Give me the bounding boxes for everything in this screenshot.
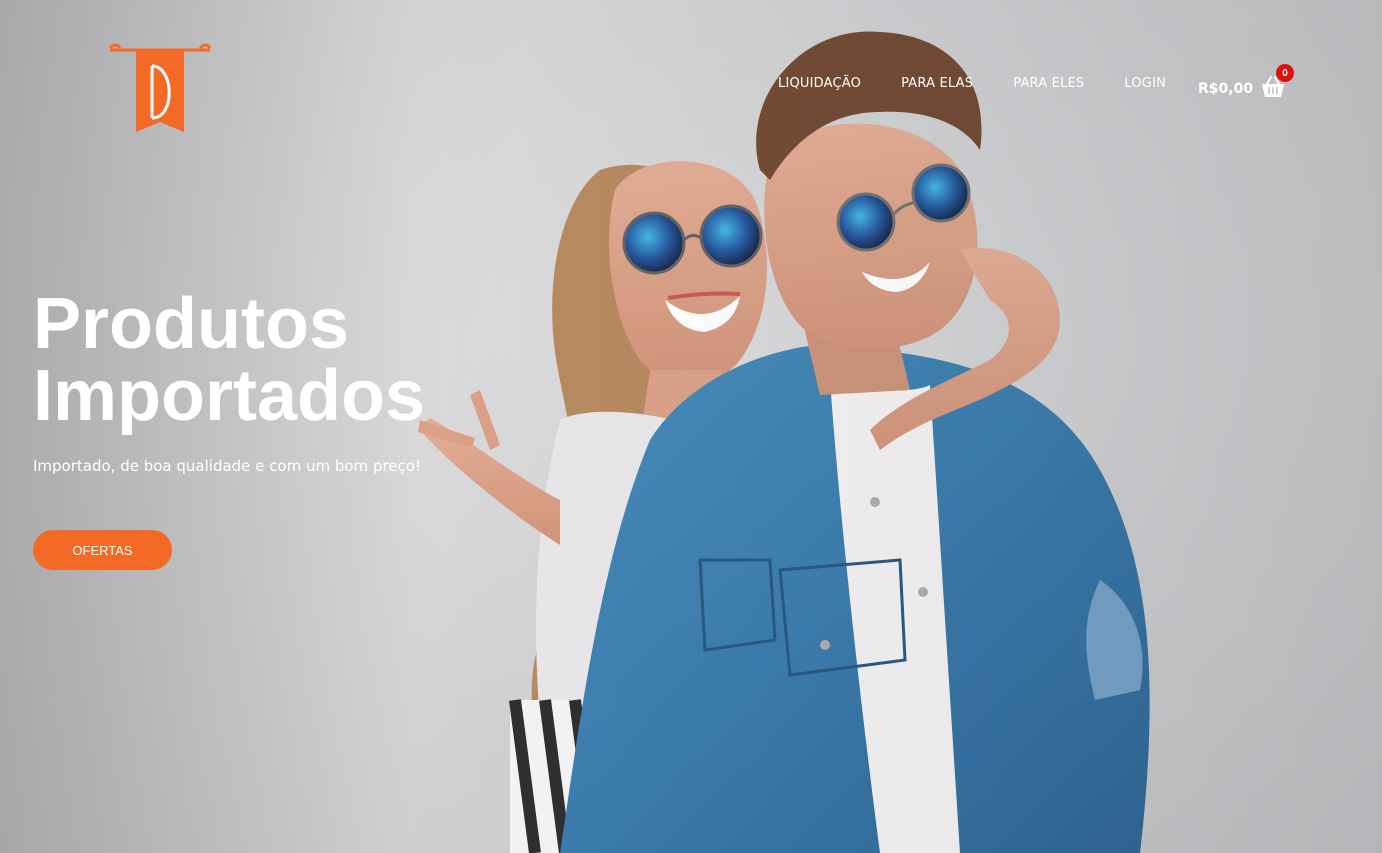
cart-button[interactable]: R$0,00 0 [1198,64,1295,98]
main-nav: LIQUIDAÇÃO PARA ELAS PARA ELES LOGIN [778,76,1166,91]
hero-subtitle: Importado, de boa qualidade e com um bom… [33,457,421,475]
nav-item-para-elas[interactable]: PARA ELAS [901,76,973,91]
hero-title: Produtos Importados [33,288,493,432]
offers-button[interactable]: OFERTAS [33,530,172,570]
cart-count-badge: 0 [1276,64,1295,82]
nav-item-login[interactable]: LOGIN [1124,76,1166,91]
pennant-d-logo[interactable] [106,40,214,140]
hero-title-line2: Importados [33,356,426,436]
cart-total: R$0,00 [1198,81,1254,97]
basket-icon[interactable]: 0 [1261,64,1295,98]
nav-item-liquidacao[interactable]: LIQUIDAÇÃO [778,76,861,91]
hero-title-line1: Produtos [33,284,349,364]
nav-item-para-eles[interactable]: PARA ELES [1013,76,1084,91]
hero-section: LIQUIDAÇÃO PARA ELAS PARA ELES LOGIN R$0… [0,0,1382,853]
